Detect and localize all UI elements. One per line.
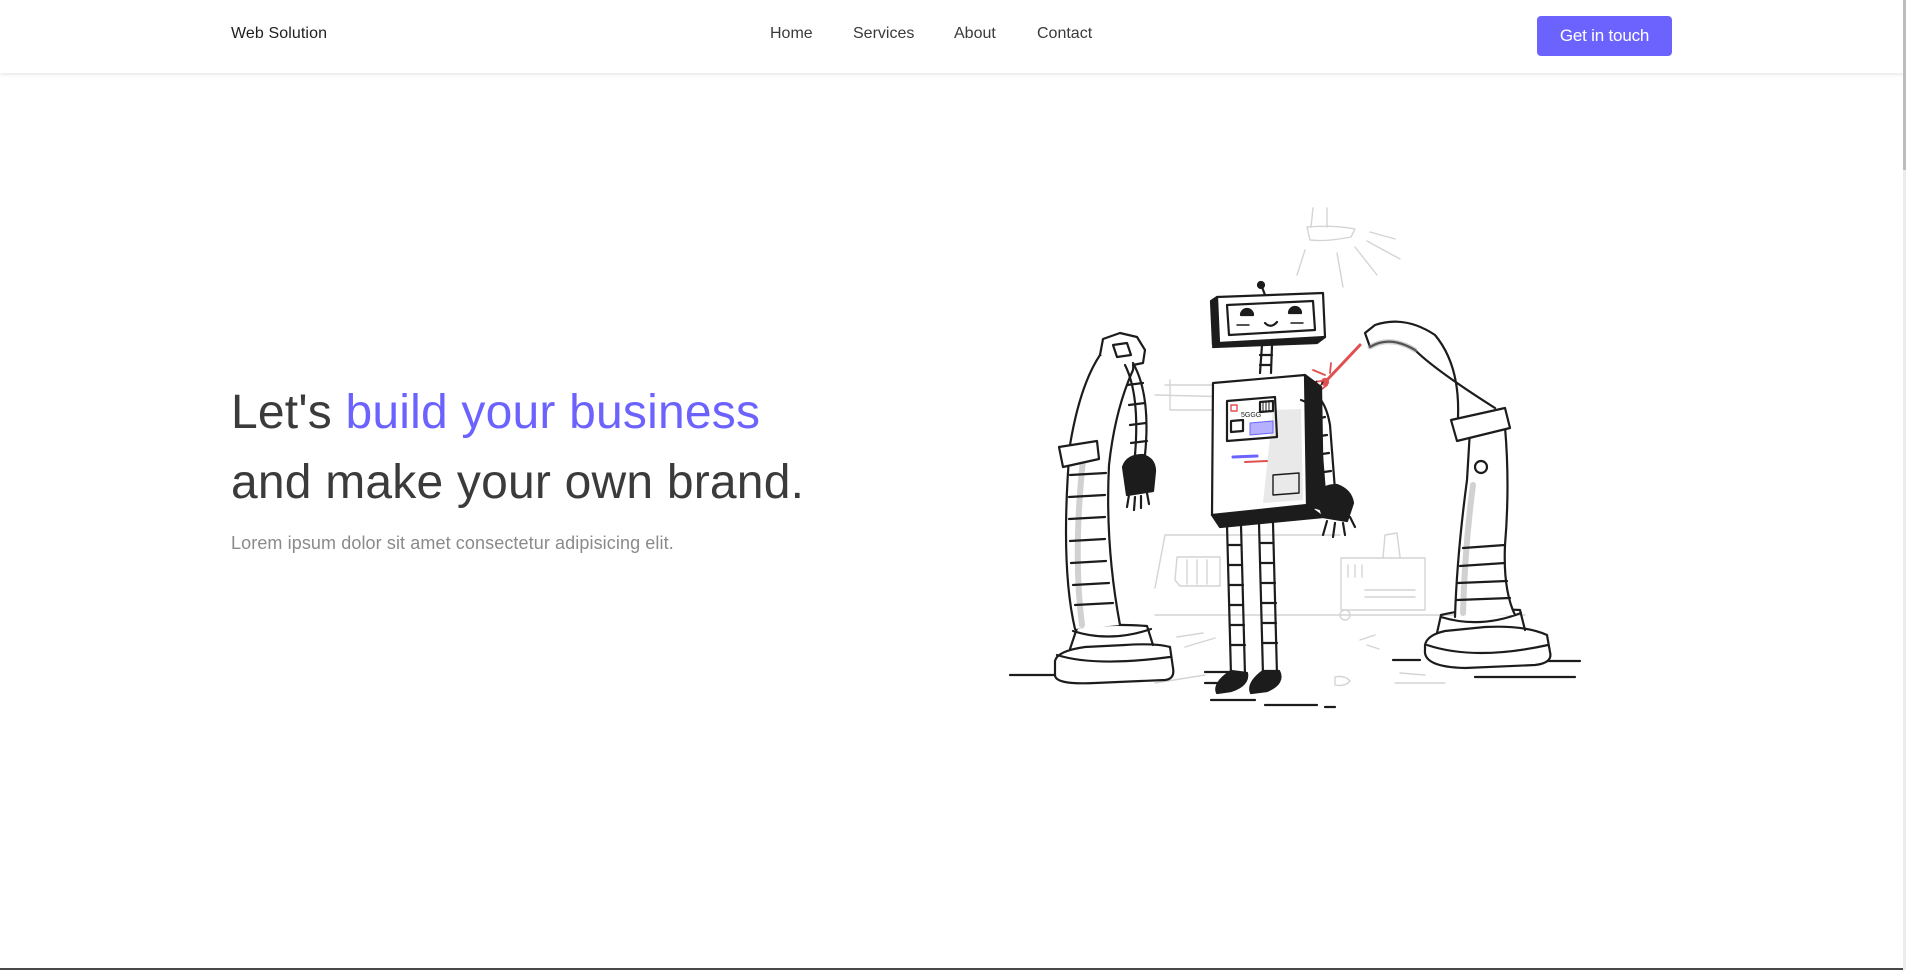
robot-illustration: 5GGG [1008,207,1582,709]
main-robot: 5GGG [1209,280,1357,695]
nav-link-about[interactable]: About [954,25,996,43]
navbar: Web Solution Home Services About Contact… [0,0,1906,73]
hero-title-part2: and make your own brand. [231,456,805,509]
nav-link-contact[interactable]: Contact [1037,25,1092,43]
left-robot-arm [1053,331,1175,685]
nav-link-home[interactable]: Home [770,25,813,43]
nav-link-services[interactable]: Services [853,25,914,43]
hero-title: Let's build your business and make your o… [231,378,851,518]
brand-logo-link[interactable]: Web Solution [231,25,327,43]
hero-subtitle: Lorem ipsum dolor sit amet consectetur a… [231,533,674,553]
robot-chip-label: 5GGG [1241,412,1261,419]
get-in-touch-button[interactable]: Get in touch [1537,16,1672,56]
hero-title-part1: Let's [231,386,346,439]
hero-title-accent: build your business [345,386,761,439]
